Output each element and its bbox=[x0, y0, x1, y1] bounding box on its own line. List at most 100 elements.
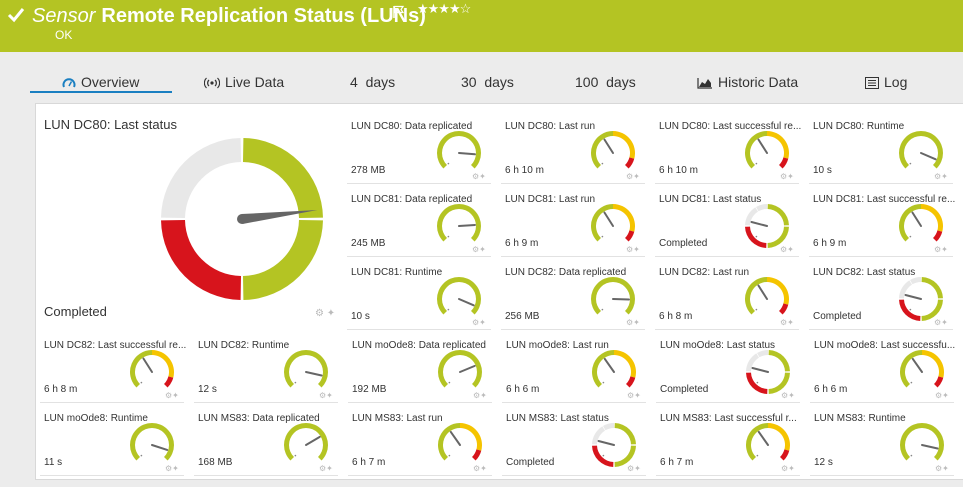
gauge-tile-value: 6 h 9 m bbox=[505, 238, 539, 249]
tile-controls[interactable]: ⚙✦ bbox=[626, 172, 640, 181]
gauge-tile[interactable]: LUN DC82: Last run 6 h 8 m ⚙✦ bbox=[655, 259, 807, 330]
gear-icon[interactable]: ⚙ bbox=[315, 308, 324, 319]
pin-icon[interactable]: ✦ bbox=[172, 464, 179, 473]
pin-icon[interactable]: ✦ bbox=[633, 318, 640, 327]
gauge-tile[interactable]: LUN MS83: Last run 6 h 7 m ⚙✦ bbox=[348, 405, 500, 476]
pin-icon[interactable]: ✦ bbox=[172, 391, 179, 400]
gauge-segment-yellow bbox=[152, 350, 174, 378]
pin-icon[interactable]: ✦ bbox=[788, 464, 795, 473]
tile-controls[interactable]: ⚙✦ bbox=[319, 391, 333, 400]
gauge-tile[interactable]: LUN DC82: Data replicated 256 MB ⚙✦ bbox=[501, 259, 653, 330]
tile-controls[interactable]: ⚙✦ bbox=[472, 172, 486, 181]
tile-controls[interactable]: ⚙✦ bbox=[935, 464, 949, 473]
tile-controls[interactable]: ⚙✦ bbox=[165, 391, 179, 400]
gauge-segment-grey bbox=[910, 277, 921, 285]
gauge-tile[interactable]: LUN DC81: Last successful re... 6 h 9 m ⚙✦ bbox=[809, 186, 961, 257]
tile-controls[interactable]: ⚙✦ bbox=[934, 245, 948, 254]
pin-icon[interactable]: ✦ bbox=[941, 245, 948, 254]
gauge-tile[interactable]: LUN DC81: Data replicated 245 MB ⚙✦ bbox=[347, 186, 499, 257]
pin-icon[interactable]: ✦ bbox=[479, 245, 486, 254]
gauge-tile-title: LUN DC82: Runtime bbox=[198, 340, 290, 351]
gauge-tile[interactable]: LUN DC82: Last status Completed ⚙✦ bbox=[809, 259, 961, 330]
pin-icon[interactable]: ✦ bbox=[479, 318, 486, 327]
tile-controls[interactable]: ⚙✦ bbox=[473, 464, 487, 473]
tile-controls[interactable]: ⚙✦ bbox=[780, 318, 794, 327]
gauge-tile[interactable]: LUN moOde8: Last run 6 h 6 m ⚙✦ bbox=[502, 332, 654, 403]
tile-controls[interactable]: ⚙✦ bbox=[780, 245, 794, 254]
big-gauge-segment-red bbox=[161, 219, 242, 300]
pin-icon[interactable]: ✦ bbox=[480, 391, 487, 400]
pin-icon[interactable]: ✦ bbox=[787, 318, 794, 327]
gauge-tile[interactable]: LUN DC80: Runtime 10 s ⚙✦ bbox=[809, 113, 961, 184]
tile-controls[interactable]: ⚙✦ bbox=[934, 318, 948, 327]
gauge-tile[interactable]: LUN DC81: Runtime 10 s ⚙✦ bbox=[347, 259, 499, 330]
gauge-tile[interactable]: LUN MS83: Runtime 12 s ⚙✦ bbox=[810, 405, 962, 476]
tile-controls[interactable]: ⚙✦ bbox=[626, 318, 640, 327]
gauge-dial bbox=[745, 131, 789, 169]
pin-icon[interactable]: ✦ bbox=[633, 172, 640, 181]
pin-icon[interactable]: ✦ bbox=[942, 464, 949, 473]
pin-icon[interactable]: ✦ bbox=[633, 245, 640, 254]
pin-icon[interactable]: ✦ bbox=[941, 172, 948, 181]
pin-icon[interactable]: ✦ bbox=[787, 172, 794, 181]
tile-controls[interactable]: ⚙✦ bbox=[627, 464, 641, 473]
gauge-tile[interactable]: LUN DC81: Last status Completed ⚙✦ bbox=[655, 186, 807, 257]
gauge-tile[interactable]: LUN moOde8: Last status Completed ⚙✦ bbox=[656, 332, 808, 403]
gauge-tile[interactable]: LUN MS83: Last status Completed ⚙✦ bbox=[502, 405, 654, 476]
pin-icon[interactable]: ✦ bbox=[942, 391, 949, 400]
gauge-tile[interactable]: LUN MS83: Data replicated 168 MB ⚙✦ bbox=[194, 405, 346, 476]
pin-icon[interactable]: ✦ bbox=[941, 318, 948, 327]
tile-divider bbox=[809, 256, 953, 257]
gauge-tile[interactable]: LUN DC80: Last successful re... 6 h 10 m ⚙… bbox=[655, 113, 807, 184]
gauge-tile[interactable]: LUN DC80: Data replicated 278 MB ⚙✦ bbox=[347, 113, 499, 184]
gauge-tile[interactable]: LUN DC80: Last run 6 h 10 m ⚙✦ bbox=[501, 113, 653, 184]
main-gauge-dial bbox=[161, 138, 323, 300]
pin-icon[interactable]: ✦ bbox=[634, 391, 641, 400]
gauge-tile[interactable]: LUN DC82: Last successful re... 6 h 8 m ⚙✦ bbox=[40, 332, 192, 403]
tab-overview[interactable]: Overview bbox=[62, 74, 139, 90]
flag-icon[interactable] bbox=[392, 5, 406, 19]
gauge-tile[interactable]: LUN moOde8: Runtime 11 s ⚙✦ bbox=[40, 405, 192, 476]
tab-4-days[interactable]: 4 days bbox=[350, 74, 395, 90]
tile-divider bbox=[656, 402, 800, 403]
pin-icon[interactable]: ✦ bbox=[787, 245, 794, 254]
gauge-tile[interactable]: LUN DC82: Runtime 12 s ⚙✦ bbox=[194, 332, 346, 403]
tab-live-data[interactable]: Live Data bbox=[204, 74, 284, 90]
pin-icon[interactable]: ✦ bbox=[326, 391, 333, 400]
gauge-segment-yellow bbox=[767, 277, 789, 305]
gauge-tile[interactable]: LUN moOde8: Last successfu... 6 h 6 m ⚙✦ bbox=[810, 332, 962, 403]
gauge-tile[interactable]: LUN moOde8: Data replicated 192 MB ⚙✦ bbox=[348, 332, 500, 403]
sensor-header: Sensor Remote Replication Status (LUNs) ★… bbox=[0, 0, 963, 52]
tile-controls[interactable]: ⚙✦ bbox=[627, 391, 641, 400]
tab-100-days[interactable]: 100 days bbox=[575, 74, 636, 90]
pin-icon[interactable]: ✦ bbox=[634, 464, 641, 473]
tile-controls[interactable]: ⚙✦ bbox=[626, 245, 640, 254]
gauge-min-tick bbox=[602, 454, 605, 457]
tab-log[interactable]: Log bbox=[865, 74, 907, 90]
tile-controls[interactable]: ⚙✦ bbox=[934, 172, 948, 181]
tab-30-days[interactable]: 30 days bbox=[461, 74, 514, 90]
tile-controls[interactable]: ⚙✦ bbox=[165, 464, 179, 473]
tile-controls[interactable]: ⚙✦ bbox=[781, 464, 795, 473]
tile-controls[interactable]: ⚙✦ bbox=[935, 391, 949, 400]
tile-controls[interactable]: ⚙✦ bbox=[473, 391, 487, 400]
main-gauge-controls[interactable]: ⚙ ✦ bbox=[315, 308, 335, 319]
gauge-tile[interactable]: LUN MS83: Last successful r... 6 h 7 m ⚙✦ bbox=[656, 405, 808, 476]
pin-icon[interactable]: ✦ bbox=[327, 308, 335, 319]
tile-controls[interactable]: ⚙✦ bbox=[472, 318, 486, 327]
gauge-min-tick bbox=[448, 381, 451, 384]
pin-icon[interactable]: ✦ bbox=[480, 464, 487, 473]
tile-controls[interactable]: ⚙✦ bbox=[319, 464, 333, 473]
priority-stars[interactable]: ★★★★☆ bbox=[417, 1, 471, 17]
tile-divider bbox=[347, 256, 491, 257]
gauge-segment-red bbox=[780, 449, 790, 461]
pin-icon[interactable]: ✦ bbox=[788, 391, 795, 400]
tile-controls[interactable]: ⚙✦ bbox=[780, 172, 794, 181]
tab-historic-data[interactable]: Historic Data bbox=[697, 74, 798, 90]
pin-icon[interactable]: ✦ bbox=[326, 464, 333, 473]
gauge-min-tick bbox=[601, 235, 604, 238]
tile-controls[interactable]: ⚙✦ bbox=[472, 245, 486, 254]
tile-controls[interactable]: ⚙✦ bbox=[781, 391, 795, 400]
gauge-tile[interactable]: LUN DC81: Last run 6 h 9 m ⚙✦ bbox=[501, 186, 653, 257]
pin-icon[interactable]: ✦ bbox=[479, 172, 486, 181]
